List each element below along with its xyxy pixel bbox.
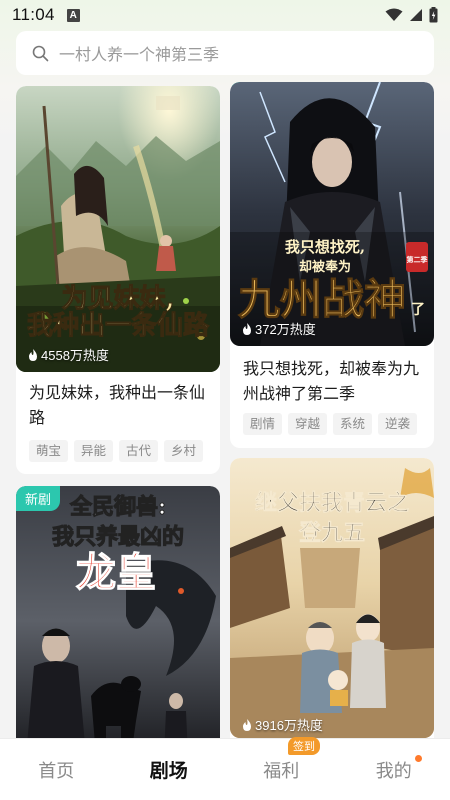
cover-image: 为见妹妹, 我种出一条仙路 [16,86,220,372]
wifi-icon [385,8,403,21]
cover-image: 继父扶我青云之 登九五 [230,458,434,738]
cover-title-small2: 却被奉为 [299,259,351,275]
notification-icon: A [66,8,80,22]
nav-profile[interactable]: 我的 [338,754,450,783]
tag-list: 萌宝 异能 古代 乡村 [29,440,204,462]
search-bar[interactable]: 一村人养一个神第三季 [16,31,434,75]
tag-list: 剧情 穿越 系统 逆袭 [243,413,418,435]
drama-card[interactable]: 我只想找死, 却被奉为 九州战神 了 第二季 372万热度 我只想找死，却被奉为… [230,82,434,448]
heat-indicator: 3916万热度 [242,715,323,734]
cover-title-big: 九州战神 [238,275,406,324]
drama-title[interactable]: 为见妹妹，我种出一条仙路 [29,380,208,430]
tag[interactable]: 穿越 [288,413,328,435]
cover-title-small1: 我只想找死, [285,238,365,256]
cover-title-line2: 我种出一条仙路 [27,310,210,341]
flame-icon [243,322,251,335]
signal-icon [410,9,422,21]
tag[interactable]: 萌宝 [29,440,69,462]
drama-cover[interactable]: 全民御兽: 我只养最凶的 龙皇 [16,486,220,756]
battery-icon [429,7,438,23]
heat-text: 372万热度 [255,322,316,337]
tag[interactable]: 异能 [74,440,114,462]
bottom-nav: 首页 剧场 签到 福利 我的 [0,736,450,800]
tag[interactable]: 乡村 [164,440,204,462]
search-placeholder: 一村人养一个神第三季 [59,45,220,64]
drama-card[interactable]: 新剧 全民御兽: 我只养最凶的 龙皇 [16,486,220,756]
tag[interactable]: 逆袭 [378,413,418,435]
flame-icon [243,718,251,731]
cover-image: 我只想找死, 却被奉为 九州战神 了 第二季 [230,82,434,346]
tag[interactable]: 古代 [119,440,159,462]
notification-dot [415,754,422,762]
flame-icon [29,348,37,361]
drama-card[interactable]: 为见妹妹, 我种出一条仙路 4558万热度 为见妹妹，我种出一条仙路 萌宝 异能… [16,86,220,474]
cover-title-tail: 了 [411,302,425,318]
cover-title-line2: 登九五 [298,520,365,546]
nav-home[interactable]: 首页 [0,757,113,783]
cover-title-line2: 我只养最凶的 [52,524,184,550]
status-icons [385,7,438,23]
tag[interactable]: 系统 [333,413,373,435]
drama-cover[interactable]: 继父扶我青云之 登九五 3916万热度 [230,458,434,738]
drama-card[interactable]: 继父扶我青云之 登九五 3916万热度 [230,458,434,756]
drama-cover[interactable]: 为见妹妹, 我种出一条仙路 4558万热度 [16,86,220,372]
status-bar: 11:04 A [0,0,450,30]
cover-title-line1: 为见妹妹, [61,284,174,314]
nav-profile-label: 我的 [375,760,412,782]
new-badge: 新剧 [16,486,61,511]
drama-cover[interactable]: 我只想找死, 却被奉为 九州战神 了 第二季 372万热度 [230,82,434,346]
nav-theater-label: 剧场 [149,760,188,782]
status-time: 11:04 [12,5,55,24]
nav-home-label: 首页 [38,760,75,782]
nav-welfare[interactable]: 签到 福利 [225,736,338,783]
heat-indicator: 4558万热度 [28,345,109,364]
cover-title-line1: 继父扶我青云之 [255,490,409,516]
tag[interactable]: 剧情 [243,413,283,435]
cover-seal: 第二季 [407,255,429,264]
heat-text: 4558万热度 [41,348,109,363]
search-icon [32,45,49,61]
drama-title[interactable]: 我只想找死，却被奉为九州战神了第二季 [243,356,422,406]
heat-text: 3916万热度 [255,718,323,733]
nav-theater[interactable]: 剧场 [113,756,226,783]
cover-title-line1: 全民御兽: [69,494,166,520]
nav-welfare-label: 福利 [263,760,300,782]
cover-title-big: 龙皇 [76,549,156,596]
cover-image: 全民御兽: 我只养最凶的 龙皇 [16,486,220,756]
checkin-badge: 签到 [288,736,320,755]
heat-indicator: 372万热度 [242,319,316,338]
